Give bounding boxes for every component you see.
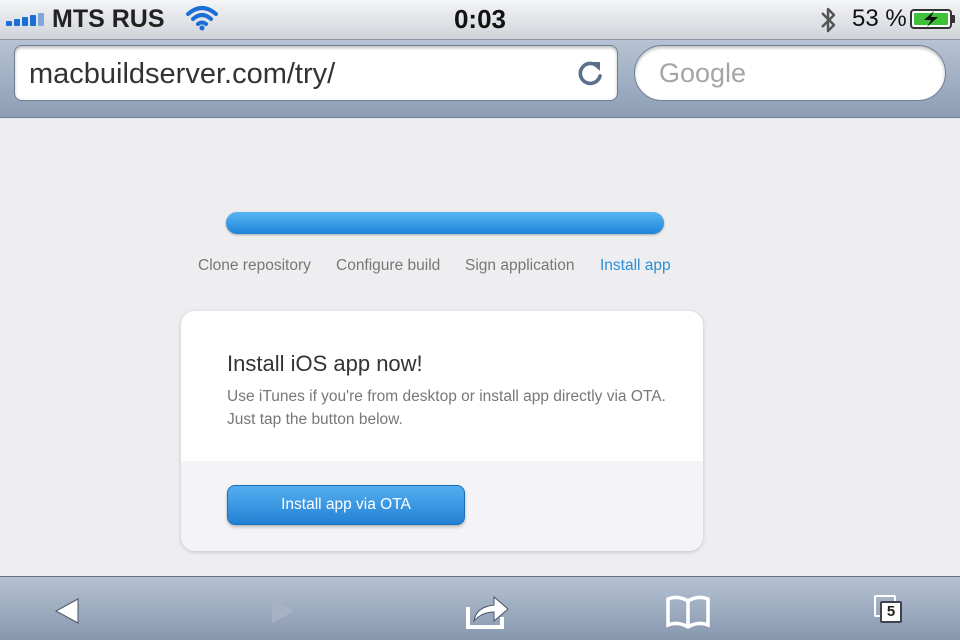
url-text[interactable]: macbuildserver.com/try/: [29, 58, 335, 91]
browser-toolbar: 5: [0, 576, 960, 640]
step-install-app: Install app: [600, 257, 671, 274]
search-input[interactable]: [634, 45, 946, 101]
bookmarks-icon[interactable]: [664, 591, 712, 631]
step-configure-build: Configure build: [336, 257, 441, 274]
step-clone-repository: Clone repository: [198, 257, 311, 274]
card-footer: Install app via OTA: [181, 461, 703, 551]
card-description: Use iTunes if you're from desktop or ins…: [227, 388, 666, 428]
url-field[interactable]: macbuildserver.com/try/: [14, 45, 618, 101]
step-sign-application: Sign application: [465, 257, 575, 274]
clock: 0:03: [453, 4, 507, 34]
reload-icon[interactable]: [575, 58, 605, 88]
address-bar: macbuildserver.com/try/: [0, 40, 960, 118]
bluetooth-icon: [821, 7, 836, 33]
battery-charging-icon: [910, 9, 955, 29]
card-title: Install iOS app now!: [227, 351, 423, 376]
battery-percent: 53 %: [852, 5, 907, 32]
install-ota-button[interactable]: Install app via OTA: [227, 485, 465, 525]
step-list: Clone repository Configure build Sign ap…: [0, 257, 960, 277]
tabs-icon[interactable]: 5: [870, 591, 918, 631]
web-content: Clone repository Configure build Sign ap…: [0, 119, 960, 576]
status-bar: MTS RUS 0:03 53 %: [0, 0, 960, 40]
progress-bar-fill: [226, 212, 664, 234]
back-icon[interactable]: [44, 591, 92, 631]
forward-icon[interactable]: [258, 591, 306, 631]
install-card: Install iOS app now! Use iTunes if you'r…: [181, 311, 703, 551]
progress-bar: [226, 212, 664, 234]
tab-count: 5: [880, 601, 902, 623]
share-icon[interactable]: [464, 591, 512, 631]
